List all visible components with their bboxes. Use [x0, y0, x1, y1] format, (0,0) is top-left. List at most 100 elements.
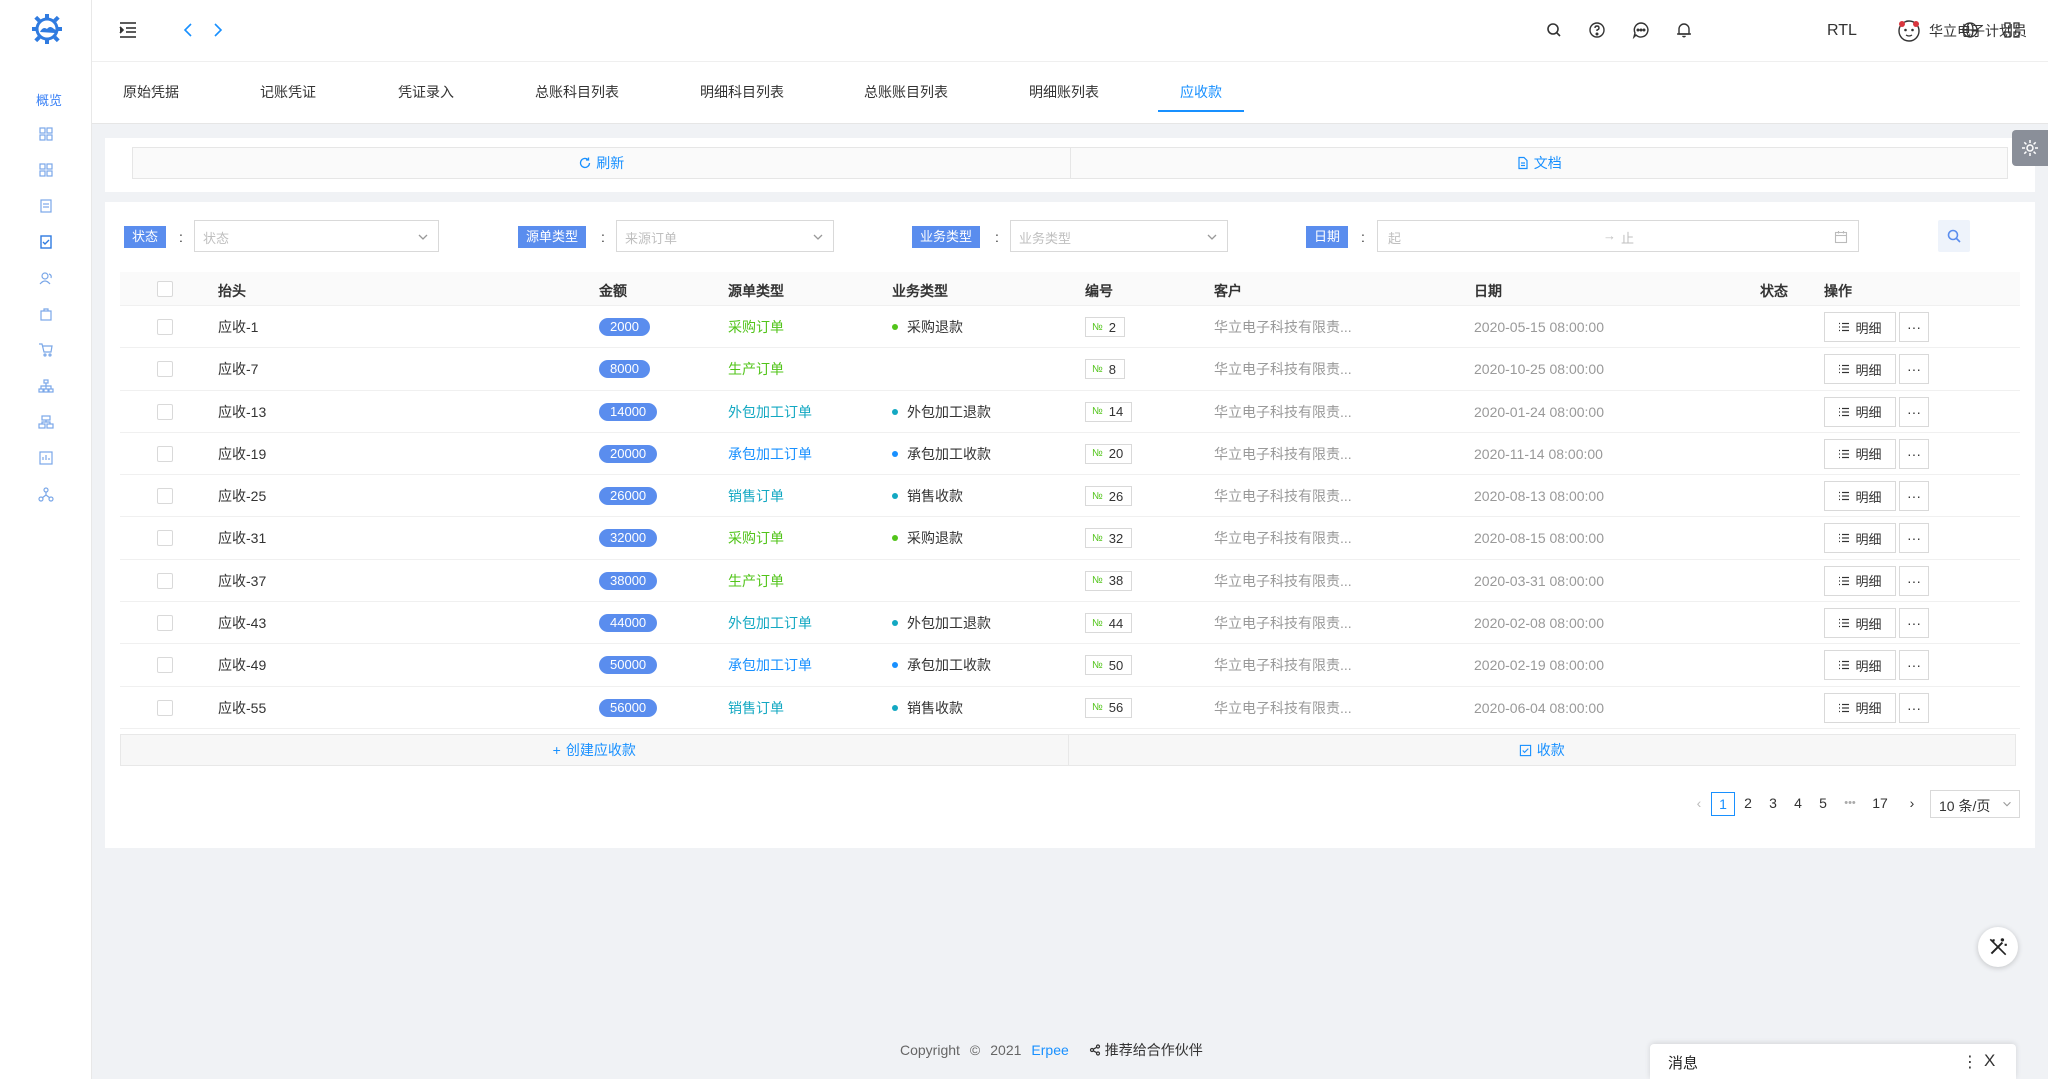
tab-general-ledger-accounts[interactable]: 总账账目列表: [864, 62, 948, 124]
col-customer[interactable]: 客户: [1214, 281, 1242, 301]
tab-original-vouchers[interactable]: 原始凭据: [123, 62, 179, 124]
source-type-link[interactable]: 采购订单: [728, 517, 784, 559]
tab-accounting-vouchers[interactable]: 记账凭证: [260, 62, 316, 124]
select-all-checkbox[interactable]: [157, 281, 173, 297]
table-row[interactable]: 应收-7 8000 生产订单 № 8 华立电子科技有限责... 2020-10-25 08:…: [120, 348, 2020, 391]
checklist-icon[interactable]: [38, 234, 54, 250]
source-type-link[interactable]: 外包加工订单: [728, 391, 812, 433]
table-row[interactable]: 应收-31 32000 采购订单 采购退款 № 32 华立电子科技有限责... 2020-08…: [120, 517, 2020, 560]
row-title[interactable]: 应收-7: [218, 348, 258, 390]
tab-voucher-entry[interactable]: 凭证录入: [398, 62, 454, 124]
prev-page-button[interactable]: ‹: [1687, 792, 1711, 816]
globe-icon[interactable]: [1960, 20, 1980, 40]
tab-receivables[interactable]: 应收款: [1180, 62, 1222, 124]
next-page-button[interactable]: ›: [1900, 792, 1924, 816]
grid-icon[interactable]: [38, 126, 54, 142]
table-row[interactable]: 应收-25 26000 销售订单 销售收款 № 26 华立电子科技有限责... 2020-08…: [120, 475, 2020, 518]
more-actions-button[interactable]: ···: [1899, 608, 1929, 639]
more-actions-button[interactable]: ···: [1899, 354, 1929, 385]
more-actions-button[interactable]: ···: [1899, 565, 1929, 596]
more-actions-button[interactable]: ···: [1899, 312, 1929, 342]
detail-button[interactable]: 明细: [1824, 650, 1896, 681]
magic-wand-button[interactable]: [1978, 927, 2018, 967]
table-row[interactable]: 应收-19 20000 承包加工订单 承包加工收款 № 20 华立电子科技有限责... 202…: [120, 433, 2020, 476]
tab-detail-subjects[interactable]: 明细科目列表: [700, 62, 784, 124]
table-row[interactable]: 应收-49 50000 承包加工订单 承包加工收款 № 50 华立电子科技有限责... 202…: [120, 644, 2020, 687]
row-title[interactable]: 应收-31: [218, 517, 266, 559]
detail-button[interactable]: 明细: [1824, 438, 1896, 469]
detail-button[interactable]: 明细: [1824, 354, 1896, 385]
create-receivable-button[interactable]: + 创建应收款: [121, 735, 1068, 765]
business-type-select[interactable]: 业务类型: [1010, 220, 1228, 252]
more-actions-button[interactable]: ···: [1899, 481, 1929, 512]
settings-drawer-button[interactable]: [2012, 130, 2048, 166]
row-checkbox[interactable]: [157, 644, 173, 686]
row-checkbox[interactable]: [157, 433, 173, 475]
page-3[interactable]: 3: [1761, 792, 1785, 816]
document-icon[interactable]: [38, 198, 54, 214]
detail-button[interactable]: 明细: [1824, 523, 1896, 554]
source-type-link[interactable]: 生产订单: [728, 560, 784, 602]
docs-button[interactable]: 文档: [1069, 148, 2008, 178]
col-amount[interactable]: 金额: [599, 281, 627, 301]
page-ellipsis[interactable]: •••: [1838, 792, 1862, 816]
source-type-link[interactable]: 承包加工订单: [728, 644, 812, 686]
detail-button[interactable]: 明细: [1824, 312, 1896, 342]
collect-payment-button[interactable]: 收款: [1067, 735, 2016, 765]
more-actions-button[interactable]: ···: [1899, 523, 1929, 554]
row-checkbox[interactable]: [157, 391, 173, 433]
table-row[interactable]: 应收-55 56000 销售订单 销售收款 № 56 华立电子科技有限责... 2020-06…: [120, 687, 2020, 729]
date-range-picker[interactable]: 起 → 止: [1377, 220, 1859, 252]
status-select[interactable]: 状态: [194, 220, 439, 252]
source-type-select[interactable]: 来源订单: [616, 220, 834, 252]
sidebar-overview-label[interactable]: 概览: [36, 90, 62, 109]
row-title[interactable]: 应收-43: [218, 602, 266, 644]
detail-button[interactable]: 明细: [1824, 608, 1896, 639]
row-checkbox[interactable]: [157, 517, 173, 559]
page-4[interactable]: 4: [1786, 792, 1810, 816]
row-title[interactable]: 应收-1: [218, 306, 258, 348]
page-1[interactable]: 1: [1711, 792, 1735, 816]
row-checkbox[interactable]: [157, 602, 173, 644]
help-icon[interactable]: [1587, 20, 1607, 40]
source-type-link[interactable]: 承包加工订单: [728, 433, 812, 475]
menu-toggle-icon[interactable]: [118, 20, 138, 40]
bell-icon[interactable]: [1674, 20, 1694, 40]
table-row[interactable]: 应收-13 14000 外包加工订单 外包加工退款 № 14 华立电子科技有限责... 202…: [120, 391, 2020, 433]
row-title[interactable]: 应收-37: [218, 560, 266, 602]
more-actions-button[interactable]: ···: [1899, 692, 1929, 723]
row-checkbox[interactable]: [157, 348, 173, 390]
row-title[interactable]: 应收-49: [218, 644, 266, 686]
source-type-link[interactable]: 销售订单: [728, 687, 784, 729]
source-type-link[interactable]: 外包加工订单: [728, 602, 812, 644]
detail-button[interactable]: 明细: [1824, 396, 1896, 427]
more-actions-button[interactable]: ···: [1899, 650, 1929, 681]
sitemap-icon[interactable]: [38, 414, 54, 430]
page-2[interactable]: 2: [1736, 792, 1760, 816]
search-icon[interactable]: [1544, 20, 1564, 40]
brand-link[interactable]: Erpee: [1031, 1042, 1068, 1058]
chat-icon[interactable]: [1631, 20, 1651, 40]
back-arrow-icon[interactable]: [178, 20, 198, 40]
bag-icon[interactable]: [38, 306, 54, 322]
refresh-button[interactable]: 刷新: [133, 148, 1070, 178]
page-last[interactable]: 17: [1868, 792, 1892, 816]
page-size-select[interactable]: 10 条/页: [1930, 790, 2020, 818]
source-type-link[interactable]: 采购订单: [728, 306, 784, 348]
detail-button[interactable]: 明细: [1824, 481, 1896, 512]
table-row[interactable]: 应收-43 44000 外包加工订单 外包加工退款 № 44 华立电子科技有限责... 202…: [120, 602, 2020, 645]
search-button[interactable]: [1938, 220, 1970, 252]
apps-grid-icon[interactable]: [2002, 20, 2022, 40]
col-business-type[interactable]: 业务类型: [892, 281, 948, 301]
source-type-link[interactable]: 生产订单: [728, 348, 784, 390]
report-icon[interactable]: [38, 450, 54, 466]
page-5[interactable]: 5: [1811, 792, 1835, 816]
rtl-toggle[interactable]: RTL: [1827, 22, 1857, 40]
detail-button[interactable]: 明细: [1824, 692, 1896, 723]
tab-general-ledger-subjects[interactable]: 总账科目列表: [535, 62, 619, 124]
table-row[interactable]: 应收-37 38000 生产订单 № 38 华立电子科技有限责... 2020-03-31 …: [120, 560, 2020, 603]
row-title[interactable]: 应收-55: [218, 687, 266, 729]
row-title[interactable]: 应收-13: [218, 391, 266, 433]
org-icon[interactable]: [38, 378, 54, 394]
users-icon[interactable]: [38, 270, 54, 286]
